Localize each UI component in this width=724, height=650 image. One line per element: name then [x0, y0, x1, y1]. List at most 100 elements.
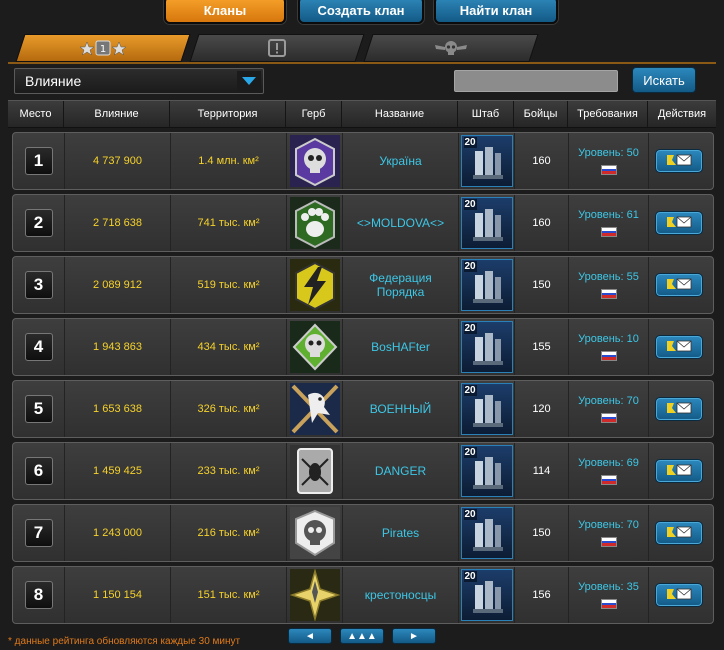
place-number: 2	[24, 209, 53, 237]
place-number: 7	[24, 519, 53, 547]
prev-page-button[interactable]: ◄	[288, 628, 332, 644]
sort-select-value: Влияние	[25, 73, 82, 89]
fighters-count: 156	[515, 567, 569, 623]
skull-silver-emblem[interactable]	[289, 507, 340, 559]
table-row[interactable]: 6 1 459 425 233 тыс. км² DANGER 20 114 Уровень…	[12, 442, 714, 500]
requirements-cell: Уровень: 70	[569, 381, 649, 437]
spider-silver-emblem[interactable]	[289, 445, 340, 497]
place-cell: 3	[13, 257, 65, 313]
col-place[interactable]: Место	[8, 101, 64, 127]
clan-name[interactable]: Федерация Порядка	[343, 257, 459, 313]
paw-green-emblem[interactable]	[289, 197, 340, 249]
chevron-down-icon[interactable]	[237, 71, 261, 91]
fighters-count: 160	[515, 133, 569, 189]
lightning-yellow-emblem[interactable]	[289, 259, 340, 311]
star-gold-emblem[interactable]	[289, 569, 340, 621]
hq-cell: 20	[459, 443, 515, 499]
col-influence[interactable]: Влияние	[64, 101, 170, 127]
influence-value: 1 150 154	[65, 567, 171, 623]
clan-name[interactable]: BosHAFter	[343, 319, 459, 375]
level-requirement: Уровень: 61	[578, 209, 639, 221]
mail-icon	[664, 401, 694, 418]
hq-building-icon[interactable]: 20	[460, 197, 513, 249]
tab-wars[interactable]	[363, 34, 539, 62]
table-row[interactable]: 7 1 243 000 216 тыс. км² Pirates 20 150 Уровен…	[12, 504, 714, 562]
hq-level: 20	[463, 323, 477, 334]
send-request-button[interactable]	[655, 335, 703, 359]
search-input[interactable]	[454, 70, 618, 92]
table-row[interactable]: 1 4 737 900 1.4 млн. км² Україна 20 160 Уровен…	[12, 132, 714, 190]
col-requirements[interactable]: Требования	[568, 101, 648, 127]
requirements-cell: Уровень: 70	[569, 505, 649, 561]
place-cell: 8	[13, 567, 65, 623]
skull-green-emblem[interactable]	[289, 321, 340, 373]
hq-cell: 20	[459, 505, 515, 561]
russia-flag-icon	[600, 289, 617, 299]
col-hq[interactable]: Штаб	[458, 101, 514, 127]
territory-value: 434 тыс. км²	[171, 319, 287, 375]
clan-name[interactable]: Україна	[343, 133, 459, 189]
top-nav: Кланы Создать клан Найти клан	[0, 0, 724, 28]
emblem-cell	[287, 505, 343, 561]
russia-flag-icon	[600, 537, 617, 547]
filter-row: Влияние Искать	[0, 66, 724, 96]
sort-select[interactable]: Влияние	[14, 68, 264, 94]
mail-icon	[664, 277, 694, 294]
send-request-button[interactable]	[655, 521, 703, 545]
territory-value: 519 тыс. км²	[171, 257, 287, 313]
send-request-button[interactable]	[655, 149, 703, 173]
hq-building-icon[interactable]: 20	[460, 507, 513, 559]
send-request-button[interactable]	[655, 273, 703, 297]
table-row[interactable]: 4 1 943 863 434 тыс. км² BosHAFter 20 155 Уров…	[12, 318, 714, 376]
actions-cell	[649, 567, 709, 623]
emblem-cell	[287, 443, 343, 499]
tab-rating[interactable]: 1	[15, 34, 191, 62]
influence-value: 1 653 638	[65, 381, 171, 437]
next-page-button[interactable]: ►	[392, 628, 436, 644]
skull-purple-emblem[interactable]	[289, 135, 340, 187]
col-territory[interactable]: Территория	[170, 101, 286, 127]
hq-building-icon[interactable]: 20	[460, 445, 513, 497]
hq-building-icon[interactable]: 20	[460, 321, 513, 373]
clan-name[interactable]: DANGER	[343, 443, 459, 499]
mail-icon	[664, 463, 694, 480]
russia-flag-icon	[600, 227, 617, 237]
rating-tabs: 1	[14, 34, 714, 62]
hq-level: 20	[463, 199, 477, 210]
hq-building-icon[interactable]: 20	[460, 259, 513, 311]
find-clan-button[interactable]: Найти клан	[434, 0, 558, 24]
fighters-count: 120	[515, 381, 569, 437]
level-requirement: Уровень: 70	[578, 519, 639, 531]
clan-name[interactable]: крестоносцы	[343, 567, 459, 623]
clan-name[interactable]: Pirates	[343, 505, 459, 561]
table-row[interactable]: 2 2 718 638 741 тыс. км² <>MOLDOVA<> 20 160 Ур…	[12, 194, 714, 252]
create-clan-button[interactable]: Создать клан	[298, 0, 424, 24]
table-row[interactable]: 5 1 653 638 326 тыс. км² ВОЕННЫЙ 20 120 Уровен…	[12, 380, 714, 438]
send-request-button[interactable]	[655, 459, 703, 483]
top-page-button[interactable]: ▲▲▲	[340, 628, 384, 644]
send-request-button[interactable]	[655, 583, 703, 607]
clan-name[interactable]: <>MOLDOVA<>	[343, 195, 459, 251]
tab-info[interactable]	[189, 34, 365, 62]
hq-building-icon[interactable]: 20	[460, 135, 513, 187]
search-button[interactable]: Искать	[632, 67, 696, 93]
emblem-cell	[287, 195, 343, 251]
table-row[interactable]: 8 1 150 154 151 тыс. км² крестоносцы 20 156 Ур…	[12, 566, 714, 624]
hq-level: 20	[463, 509, 477, 520]
place-cell: 4	[13, 319, 65, 375]
col-name[interactable]: Название	[342, 101, 458, 127]
send-request-button[interactable]	[655, 211, 703, 235]
territory-value: 741 тыс. км²	[171, 195, 287, 251]
hq-building-icon[interactable]: 20	[460, 569, 513, 621]
hq-building-icon[interactable]: 20	[460, 383, 513, 435]
actions-cell	[649, 443, 709, 499]
table-row[interactable]: 3 2 089 912 519 тыс. км² Федерация Порядка 2…	[12, 256, 714, 314]
clans-button[interactable]: Кланы	[164, 0, 286, 24]
eagle-blue-emblem[interactable]	[289, 383, 340, 435]
col-fighters[interactable]: Бойцы	[514, 101, 568, 127]
send-request-button[interactable]	[655, 397, 703, 421]
clan-name[interactable]: ВОЕННЫЙ	[343, 381, 459, 437]
fighters-count: 160	[515, 195, 569, 251]
territory-value: 326 тыс. км²	[171, 381, 287, 437]
rating-update-note: * данные рейтинга обновляются каждые 30 …	[8, 636, 241, 647]
